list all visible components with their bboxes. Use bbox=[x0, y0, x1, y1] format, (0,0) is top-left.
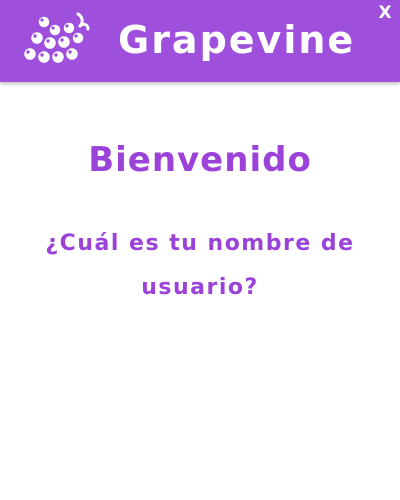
header-bar: Grapevine X bbox=[0, 0, 400, 82]
app-window: Grapevine X Bienvenido ¿Cuál es tu nombr… bbox=[0, 0, 400, 500]
app-title: Grapevine bbox=[118, 18, 356, 62]
welcome-heading: Bienvenido bbox=[88, 140, 312, 180]
close-button[interactable]: X bbox=[376, 2, 394, 24]
grapes-logo-icon bbox=[22, 12, 90, 65]
username-question: ¿Cuál es tu nombre de usuario? bbox=[45, 231, 355, 300]
